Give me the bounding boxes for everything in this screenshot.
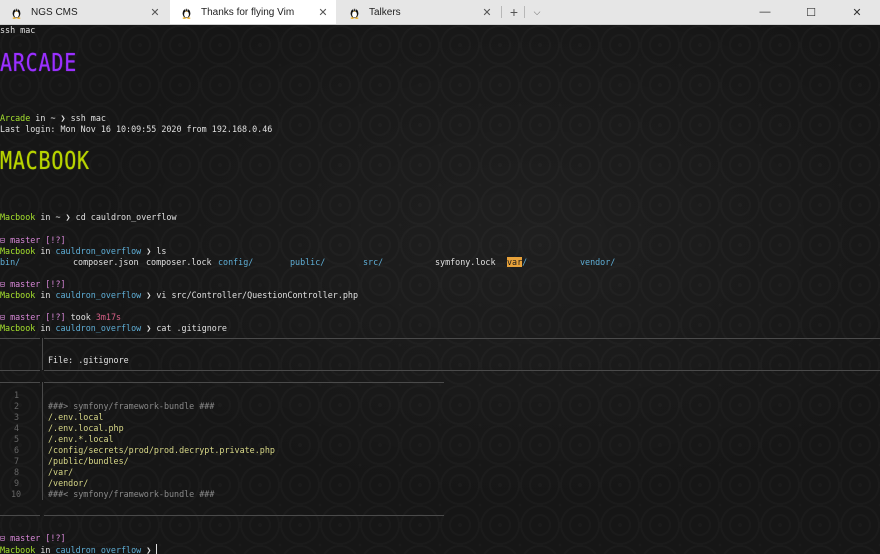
ls-entry: composer.lock <box>146 257 212 267</box>
linux-penguin-icon <box>12 8 21 19</box>
new-tab-button[interactable]: + <box>505 0 523 24</box>
tab-title: Talkers <box>369 6 401 18</box>
linux-penguin-icon <box>350 8 359 19</box>
ls-entry-highlighted: var/ <box>507 257 528 267</box>
close-tab-icon[interactable]: ✕ <box>148 6 162 19</box>
tab-talkers[interactable]: Talkers ✕ <box>338 0 500 24</box>
line-number: 10 <box>11 489 22 499</box>
chevron-down-icon[interactable]: ⌵ <box>530 0 544 24</box>
git-status-line: ⊟ master [!?] <box>0 235 66 245</box>
ls-entry: composer.json <box>73 257 139 267</box>
file-line: ###< symfony/framework-bundle ### <box>48 489 215 499</box>
file-line: /var/ <box>48 467 74 477</box>
ls-entry: vendor/ <box>580 257 616 267</box>
bat-rule <box>44 382 444 383</box>
line-number: 6 <box>14 445 20 455</box>
file-line: /.env.local.php <box>48 423 124 433</box>
terminal-pane[interactable]: ssh mac ARCADE Arcade in ~ ❯ ssh mac Las… <box>0 25 880 554</box>
line-number: 9 <box>14 478 20 488</box>
close-tab-icon[interactable]: ✕ <box>480 6 494 19</box>
bat-rule <box>0 515 40 516</box>
close-window-button[interactable]: ✕ <box>834 0 880 24</box>
line-number: 3 <box>14 412 20 422</box>
bat-rule <box>44 370 880 371</box>
line-number: 1 <box>14 390 20 400</box>
bat-gutter-border <box>42 382 43 500</box>
last-login-line: Last login: Mon Nov 16 10:09:55 2020 fro… <box>0 124 273 134</box>
bat-rule <box>0 338 40 339</box>
prompt-line: Macbook in cauldron_overflow ❯ vi src/Co… <box>0 290 359 300</box>
arcade-banner: ARCADE <box>0 48 78 77</box>
ls-entry: symfony.lock <box>435 257 496 267</box>
maximize-button[interactable]: ☐ <box>788 0 834 24</box>
ls-entry: src/ <box>363 257 384 267</box>
file-line: ###> symfony/framework-bundle ### <box>48 401 215 411</box>
tab-separator <box>524 6 525 18</box>
line-number: 5 <box>14 434 20 444</box>
bat-rule <box>0 382 40 383</box>
ls-entry: config/ <box>218 257 254 267</box>
bat-rule <box>44 338 880 339</box>
bat-file-header: File: .gitignore <box>48 355 129 365</box>
file-line: /.env.local <box>48 412 104 422</box>
tab-title: Thanks for flying Vim <box>201 6 295 18</box>
ls-entry: public/ <box>290 257 326 267</box>
tab-title: NGS CMS <box>31 6 78 18</box>
git-status-line: ⊟ master [!?] took 3m17s <box>0 312 122 322</box>
prompt-line[interactable]: Macbook in cauldron_overflow ❯ <box>0 544 158 554</box>
macbook-banner: MACBOOK <box>0 146 90 175</box>
tab-thanks-for-flying-vim[interactable]: Thanks for flying Vim ✕ <box>170 0 336 24</box>
linux-penguin-icon <box>182 8 191 19</box>
bat-rule <box>0 370 40 371</box>
prompt-line: Macbook in cauldron_overflow ❯ cat .giti… <box>0 323 227 333</box>
file-line: /.env.*.local <box>48 434 114 444</box>
bat-rule <box>44 515 444 516</box>
ls-entry: bin/ <box>0 257 21 267</box>
prompt-line: Macbook in ~ ❯ cd cauldron_overflow <box>0 212 177 222</box>
tab-ngs-cms[interactable]: NGS CMS ✕ <box>0 0 168 24</box>
file-line: /public/bundles/ <box>48 456 129 466</box>
terminal-line: ssh mac <box>0 25 36 35</box>
git-status-line: ⊟ master [!?] <box>0 279 66 289</box>
file-line: /config/secrets/prod/prod.decrypt.privat… <box>48 445 275 455</box>
line-number: 7 <box>14 456 20 466</box>
tab-bar: NGS CMS ✕ Thanks for flying Vim ✕ Talker… <box>0 0 880 25</box>
file-line: /vendor/ <box>48 478 89 488</box>
line-number: 4 <box>14 423 20 433</box>
git-status-line: ⊟ master [!?] <box>0 533 66 543</box>
bat-gutter-border <box>42 338 43 370</box>
tab-separator <box>501 6 502 18</box>
close-tab-icon[interactable]: ✕ <box>316 6 330 19</box>
prompt-line: Macbook in cauldron_overflow ❯ ls <box>0 246 167 256</box>
minimize-button[interactable]: — <box>742 0 788 24</box>
line-number: 8 <box>14 467 20 477</box>
text-cursor <box>156 544 158 554</box>
prompt-line: Arcade in ~ ❯ ssh mac <box>0 113 106 123</box>
line-number: 2 <box>14 401 20 411</box>
